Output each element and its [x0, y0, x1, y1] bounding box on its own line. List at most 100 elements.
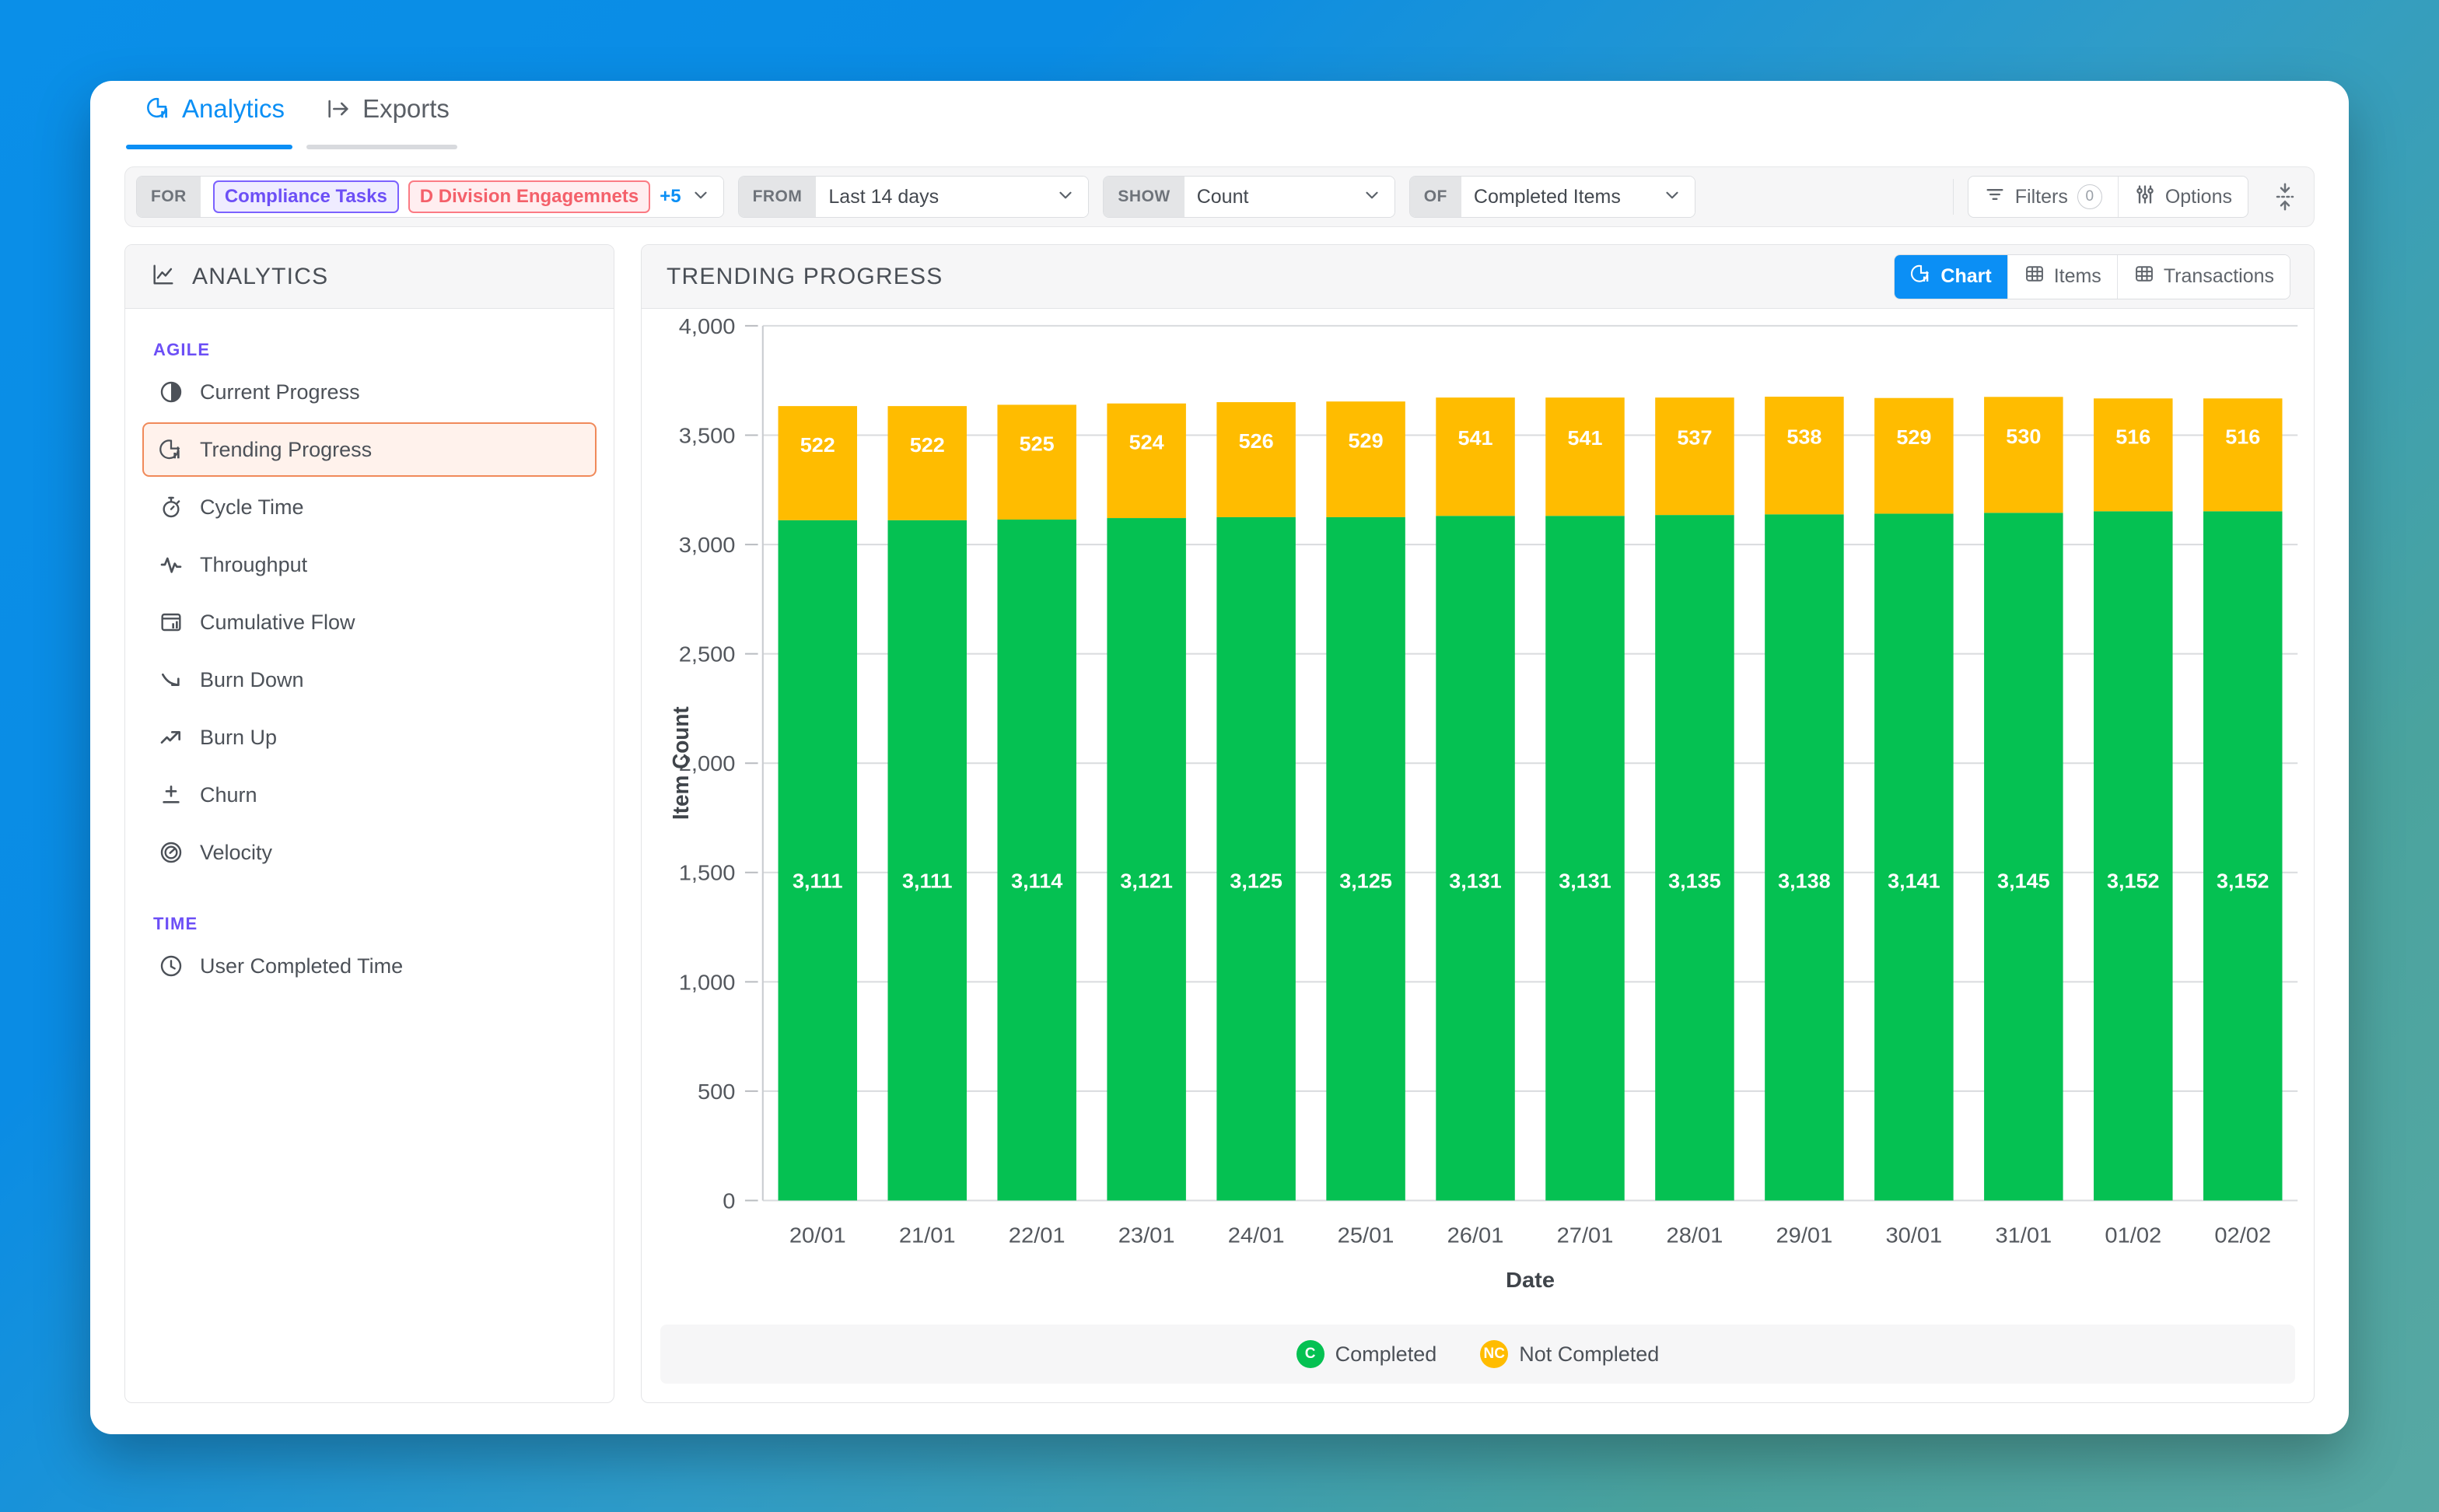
sidebar-nav: AGILE Current Progress	[125, 309, 614, 996]
options-button[interactable]: Options	[2118, 177, 2248, 217]
tab-label: Analytics	[182, 94, 285, 124]
sidebar-item-label: Throughput	[200, 553, 307, 577]
bar-value-label-not-completed: 525	[1020, 432, 1055, 455]
bar-group: 3,14152930/01	[1874, 398, 1953, 1248]
y-axis-tick-label: 3,500	[679, 424, 736, 448]
tab-items[interactable]: Items	[2007, 255, 2117, 299]
sidebar-item-burn-up[interactable]: Burn Up	[142, 710, 597, 765]
tab-chart[interactable]: Chart	[1895, 255, 2007, 299]
of-value: Completed Items	[1474, 186, 1621, 208]
sidebar-item-label: Current Progress	[200, 380, 360, 404]
sidebar-item-throughput[interactable]: Throughput	[142, 537, 597, 592]
show-label: SHOW	[1104, 177, 1184, 217]
bar-group: 3,11152221/01	[887, 406, 966, 1248]
main-body: ANALYTICS AGILE Current Progress	[90, 227, 2349, 1434]
bar-value-label-completed: 3,152	[2107, 870, 2160, 892]
chevron-down-icon	[1662, 185, 1682, 208]
bar-value-label-completed: 3,121	[1120, 870, 1173, 892]
legend-item-completed[interactable]: C Completed	[1296, 1340, 1437, 1368]
filters-button[interactable]: Filters 0	[1968, 177, 2118, 217]
sidebar-item-cycle-time[interactable]: Cycle Time	[142, 480, 597, 534]
bar-segment-not-completed	[1107, 404, 1185, 518]
bar-value-label-completed: 3,125	[1339, 870, 1392, 892]
of-select[interactable]: Completed Items	[1461, 177, 1695, 217]
chip-d-division-engagemnets[interactable]: D Division Engagemnets	[408, 180, 650, 213]
chart-panel-title: TRENDING PROGRESS	[667, 264, 943, 290]
show-select[interactable]: Count	[1185, 177, 1394, 217]
bar-segment-completed	[2094, 511, 2172, 1200]
export-arrow-icon	[325, 96, 352, 122]
x-axis-tick-label: 28/01	[1667, 1223, 1723, 1248]
bar-value-label-completed: 3,131	[1449, 870, 1502, 892]
bar-group: 3,13154127/01	[1545, 397, 1624, 1248]
tab-transactions[interactable]: Transactions	[2117, 255, 2290, 299]
sidebar-item-trending-progress[interactable]: Trending Progress	[142, 422, 597, 477]
bar-value-label-not-completed: 524	[1129, 431, 1164, 453]
filter-toolbar: FOR Compliance Tasks D Division Engagemn…	[124, 166, 2315, 227]
from-label: FROM	[739, 177, 817, 217]
bar-segment-completed	[1655, 515, 1734, 1200]
sidebar-item-cumulative-flow[interactable]: Cumulative Flow	[142, 595, 597, 649]
tab-exports[interactable]: Exports	[306, 81, 471, 149]
more-chips-count[interactable]: +5	[660, 186, 681, 208]
bar-segment-not-completed	[1765, 397, 1843, 514]
bar-value-label-completed: 3,135	[1668, 870, 1721, 892]
bar-segment-not-completed	[2203, 398, 2282, 511]
x-axis-tick-label: 30/01	[1885, 1223, 1942, 1248]
chevron-down-icon[interactable]	[691, 185, 711, 208]
sidebar-item-label: Burn Up	[200, 726, 277, 750]
sidebar-item-velocity[interactable]: Velocity	[142, 825, 597, 880]
x-axis-tick-label: 29/01	[1776, 1223, 1833, 1248]
top-tab-bar: Analytics Exports	[90, 81, 2349, 149]
bar-value-label-not-completed: 516	[2115, 425, 2150, 448]
y-axis-tick-label: 1,500	[679, 861, 736, 885]
bar-value-label-completed: 3,111	[902, 870, 953, 892]
y-axis-tick-label: 500	[698, 1080, 736, 1104]
y-axis-tick-label: 1,000	[679, 971, 736, 995]
filter-lines-icon	[1984, 184, 2006, 211]
window-bars-icon	[158, 609, 184, 635]
bar-segment-not-completed	[997, 404, 1076, 520]
show-filter-group: SHOW Count	[1103, 176, 1394, 218]
sidebar-item-current-progress[interactable]: Current Progress	[142, 365, 597, 419]
bar-value-label-not-completed: 522	[800, 433, 835, 456]
chart-panel: TRENDING PROGRESS Chart	[641, 244, 2315, 1403]
sidebar-title: ANALYTICS	[192, 264, 328, 290]
bar-segment-not-completed	[1545, 397, 1624, 516]
from-select[interactable]: Last 14 days	[816, 177, 1088, 217]
bar-value-label-not-completed: 516	[2225, 425, 2260, 448]
sidebar-item-label: Velocity	[200, 841, 272, 865]
collapse-toolbar-handle[interactable]	[2262, 182, 2303, 212]
sidebar-item-burn-down[interactable]: Burn Down	[142, 653, 597, 707]
pie-chart-filled-icon	[158, 379, 184, 405]
view-tab-label: Chart	[1940, 265, 1991, 288]
legend-item-not-completed[interactable]: NC Not Completed	[1480, 1340, 1659, 1368]
x-axis-tick-label: 20/01	[789, 1223, 846, 1248]
filters-options-group: Filters 0 Options	[1968, 176, 2248, 218]
bar-value-label-not-completed: 530	[2006, 425, 2041, 447]
chip-compliance-tasks[interactable]: Compliance Tasks	[213, 180, 399, 213]
y-axis-tick-label: 0	[723, 1189, 735, 1213]
bar-value-label-completed: 3,141	[1888, 870, 1940, 892]
sidebar-item-churn[interactable]: Churn	[142, 768, 597, 822]
bar-value-label-completed: 3,131	[1559, 870, 1611, 892]
bar-segment-not-completed	[2094, 398, 2172, 511]
sidebar-item-user-completed-time[interactable]: User Completed Time	[142, 939, 597, 993]
y-axis-tick-label: 2,500	[679, 642, 736, 667]
sliders-icon	[2134, 184, 2156, 211]
x-axis-tick-label: 26/01	[1447, 1223, 1504, 1248]
x-axis-tick-label: 22/01	[1009, 1223, 1066, 1248]
pie-bar-icon	[1910, 263, 1932, 290]
for-chips[interactable]: Compliance Tasks D Division Engagemnets …	[201, 177, 723, 217]
bar-value-label-not-completed: 537	[1677, 426, 1712, 449]
tab-analytics[interactable]: Analytics	[126, 81, 306, 149]
bar-group: 3,12152423/01	[1107, 404, 1185, 1248]
x-axis-tick-label: 31/01	[1995, 1223, 2052, 1248]
legend-badge-not-completed: NC	[1480, 1340, 1508, 1368]
bar-value-label-not-completed: 526	[1239, 430, 1274, 453]
from-filter-group: FROM Last 14 days	[738, 176, 1090, 218]
chart-legend: C Completed NC Not Completed	[660, 1325, 2295, 1384]
trending-pie-bar-icon	[158, 436, 184, 463]
of-filter-group: OF Completed Items	[1409, 176, 1695, 218]
chevron-down-icon	[1055, 185, 1076, 208]
